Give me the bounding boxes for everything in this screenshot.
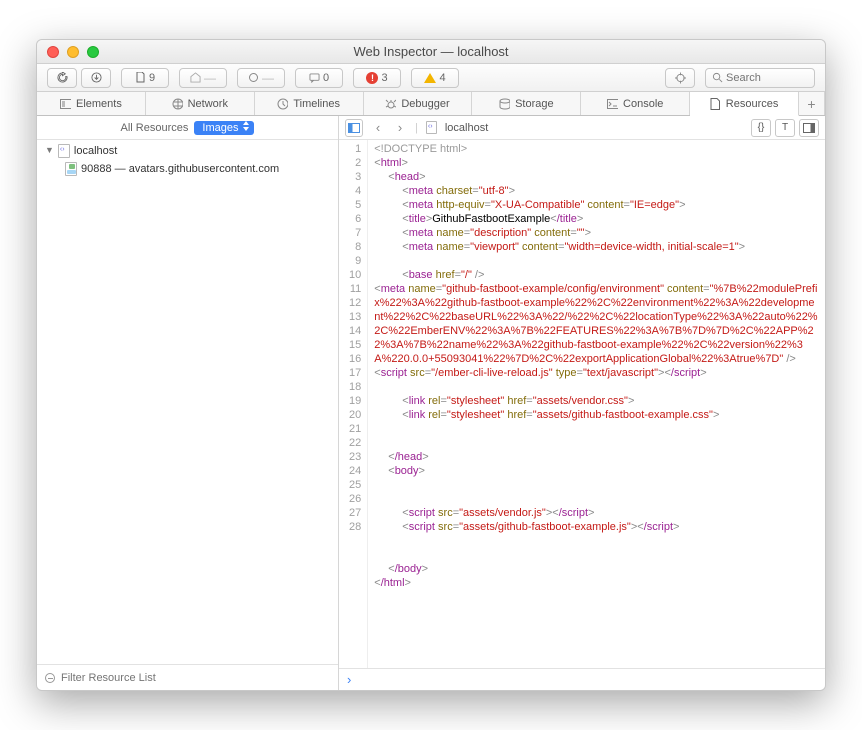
sidebar-header: All Resources Images (37, 116, 338, 140)
chevron-right-icon: › (398, 120, 402, 135)
toolbar: 9 — — 0 !3 4 (37, 64, 825, 92)
console-prompt-bar[interactable]: › (339, 668, 825, 690)
search-input[interactable] (726, 72, 796, 84)
image-file-icon (65, 162, 77, 176)
text-button[interactable]: T (775, 119, 795, 137)
warning-count: 4 (439, 72, 445, 84)
errors-button[interactable]: !3 (353, 68, 401, 88)
download-icon (91, 72, 102, 83)
resources-icon (710, 98, 721, 109)
comments-button[interactable]: 0 (295, 68, 343, 88)
console-icon (607, 98, 618, 109)
tab-add[interactable]: + (799, 92, 825, 115)
tab-storage[interactable]: Storage (472, 92, 581, 115)
text-icon: T (782, 122, 788, 133)
network-icon (172, 98, 183, 109)
minimize-button[interactable] (67, 46, 79, 58)
close-button[interactable] (47, 46, 59, 58)
resource-filter-dropdown[interactable]: Images (194, 121, 254, 135)
details-toggle-icon (803, 123, 815, 133)
document-count: 9 (149, 72, 155, 84)
debugger-icon (385, 98, 396, 109)
titlebar: Web Inspector — localhost (37, 40, 825, 64)
sidebar-heading: All Resources (121, 122, 189, 134)
search-field[interactable] (705, 68, 815, 88)
reload-button[interactable] (47, 68, 77, 88)
sidebar: All Resources Images ▼ localhost 90888 —… (37, 116, 339, 690)
source-editor[interactable]: 1234567891011121314151617181920212223242… (339, 140, 825, 668)
time-button[interactable]: — (237, 68, 285, 88)
comment-count: 0 (323, 72, 329, 84)
tag-button[interactable]: — (179, 68, 227, 88)
elements-icon (60, 98, 71, 109)
chevron-left-icon: ‹ (376, 120, 380, 135)
tree-item-image[interactable]: 90888 — avatars.githubusercontent.com (37, 160, 338, 178)
breadcrumb[interactable]: localhost (445, 122, 488, 134)
sidebar-toggle-icon (348, 123, 360, 133)
tab-network[interactable]: Network (146, 92, 255, 115)
storage-icon (499, 98, 510, 109)
page-icon (426, 121, 437, 134)
nav-forward-button[interactable]: › (393, 119, 407, 137)
tab-timelines[interactable]: Timelines (255, 92, 364, 115)
braces-button[interactable]: {} (751, 119, 771, 137)
warning-icon (424, 73, 436, 83)
content-pane: ‹ › | localhost {} T 1234567891011121314… (339, 116, 825, 690)
search-icon (712, 72, 723, 83)
target-button[interactable] (665, 68, 695, 88)
error-count: 3 (381, 72, 387, 84)
traffic-lights (47, 46, 99, 58)
toggle-details-button[interactable] (799, 119, 819, 137)
plus-icon: + (807, 96, 815, 112)
page-icon (58, 144, 70, 158)
window-title: Web Inspector — localhost (45, 44, 817, 59)
nav-back-button[interactable]: ‹ (371, 119, 385, 137)
body: All Resources Images ▼ localhost 90888 —… (37, 116, 825, 690)
tree-item-localhost[interactable]: ▼ localhost (37, 142, 338, 160)
filter-input[interactable] (61, 672, 330, 684)
tab-resources[interactable]: Resources (690, 92, 799, 116)
reload-icon (57, 72, 68, 83)
tree-item-label: localhost (74, 145, 117, 157)
content-toolbar: ‹ › | localhost {} T (339, 116, 825, 140)
tab-console[interactable]: Console (581, 92, 690, 115)
disclosure-triangle-icon[interactable]: ▼ (45, 145, 54, 155)
filter-icon (45, 673, 55, 683)
tree-item-label: 90888 — avatars.githubusercontent.com (81, 163, 279, 175)
clock-icon (248, 72, 259, 83)
tabs: Elements Network Timelines Debugger Stor… (37, 92, 825, 116)
document-count-button[interactable]: 9 (121, 68, 169, 88)
document-icon (135, 72, 146, 83)
inspector-window: Web Inspector — localhost 9 — — 0 !3 4 E… (36, 39, 826, 691)
tab-elements[interactable]: Elements (37, 92, 146, 115)
tab-debugger[interactable]: Debugger (364, 92, 473, 115)
line-gutter: 1234567891011121314151617181920212223242… (339, 140, 368, 668)
timelines-icon (277, 98, 288, 109)
zoom-button[interactable] (87, 46, 99, 58)
resource-tree: ▼ localhost 90888 — avatars.githubuserco… (37, 140, 338, 664)
tag-icon (190, 72, 201, 83)
toggle-sidebar-button[interactable] (345, 119, 363, 137)
error-icon: ! (366, 72, 378, 84)
code-content[interactable]: <!DOCTYPE html><html><head><meta charset… (368, 140, 825, 668)
braces-icon: {} (758, 122, 765, 133)
prompt-chevron-icon: › (347, 672, 351, 687)
target-icon (675, 72, 686, 83)
comment-icon (309, 72, 320, 83)
sidebar-footer (37, 664, 338, 690)
download-button[interactable] (81, 68, 111, 88)
warnings-button[interactable]: 4 (411, 68, 459, 88)
